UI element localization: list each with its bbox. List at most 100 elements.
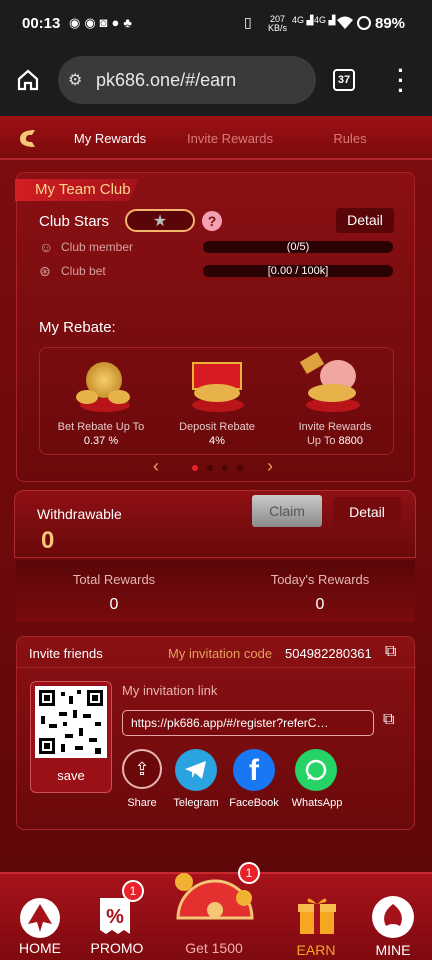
nav-earn[interactable]: EARN (286, 880, 346, 960)
club-stars-badge: ★ (125, 209, 195, 232)
invite-rewards-amount: 8800 (338, 435, 364, 447)
bet-rebate-value: 0.37 % (83, 435, 119, 447)
nav-mine[interactable]: MINE (362, 880, 424, 960)
deposit-rebate-value: 4% (209, 435, 225, 447)
nav-get-bonus-label: Get 1500 (185, 940, 243, 956)
telegram-icon[interactable] (175, 749, 217, 791)
battery-ring-icon (357, 16, 371, 30)
nav-earn-label: EARN (296, 942, 336, 958)
status-bar: 00:13 ◉◉◙●♣ ▯ 207 KB/s 4G ▟ 4G ▟ 89% (0, 0, 432, 46)
invite-friends-title: Invite friends (29, 646, 103, 661)
invitation-code: 504982280361 (285, 646, 372, 661)
signal-2-label: 4G (314, 15, 327, 25)
team-club-card: My Team Club Club Stars ★ ? Detail ☺ Clu… (15, 172, 415, 482)
today-rewards-label: Today's Rewards (270, 572, 370, 587)
share-label: Share (127, 797, 157, 809)
withdraw-card: Withdrawable 0 Claim Detail (14, 490, 416, 558)
facebook-label: FaceBook (229, 797, 279, 809)
bet-rebate-icon (76, 354, 130, 412)
invite-rewards-value: Up To 8800 (276, 435, 394, 447)
vibrate-icon: ▯ (244, 14, 252, 30)
carousel-dots (192, 465, 252, 471)
browser-toolbar: ⚙ pk686.one/#/earn 37 · · · (0, 46, 432, 116)
home-icon[interactable] (16, 68, 40, 92)
bet-rebate-label: Bet Rebate Up To (57, 421, 145, 433)
total-rewards-label: Total Rewards (72, 572, 156, 587)
qr-save-button[interactable]: save (31, 768, 111, 783)
rebate-title: My Rebate: (39, 319, 116, 336)
club-member-label: Club member (61, 240, 134, 254)
mine-nav-icon (372, 896, 414, 938)
wifi-icon (337, 16, 353, 29)
nav-promo[interactable]: % 1 PROMO (84, 880, 150, 960)
copy-link-icon[interactable]: ⧉ (383, 711, 394, 729)
browser-menu-icon[interactable]: · · · (396, 60, 406, 102)
rebate-box: Bet Rebate Up To 0.37 % Deposit Rebate 4… (39, 347, 394, 455)
today-rewards-value: 0 (315, 596, 325, 613)
invitation-link-label: My invitation link (122, 683, 218, 698)
invite-rewards-prefix: Up To (306, 435, 339, 447)
club-stars-label: Club Stars (39, 213, 110, 230)
copy-code-icon[interactable]: ⧉ (385, 643, 396, 661)
help-icon[interactable]: ? (202, 211, 222, 231)
net-speed-unit: KB/s (268, 23, 288, 33)
logo-icon[interactable] (15, 125, 41, 151)
deposit-rebate-label: Deposit Rebate (179, 421, 255, 433)
tab-invite-rewards[interactable]: Invite Rewards (180, 131, 280, 146)
svg-text:%: % (106, 906, 124, 928)
qr-code-icon (35, 686, 107, 758)
gift-nav-icon (298, 898, 336, 934)
claim-button[interactable]: Claim (252, 495, 322, 527)
address-bar[interactable]: ⚙ pk686.one/#/earn (58, 56, 316, 104)
invite-divider (17, 667, 416, 668)
withdrawable-amount: 0 (41, 527, 55, 554)
invite-rewards-label: Invite Rewards (298, 421, 372, 433)
invitation-link-field[interactable]: https://pk686.app/#/register?referC… (122, 710, 374, 736)
total-rewards-value: 0 (109, 596, 119, 613)
nav-get-bonus[interactable]: 1 Get 1500 (166, 862, 262, 960)
team-club-title: My Team Club (15, 179, 139, 201)
url-text[interactable]: pk686.one/#/earn (96, 70, 236, 91)
club-bet-label: Club bet (61, 264, 106, 278)
qr-panel: save (30, 681, 112, 793)
earn-tabbar: My Rewards Invite Rewards Rules (0, 116, 432, 160)
promo-badge: 1 (122, 880, 144, 902)
carousel-prev-icon[interactable]: ‹ (153, 456, 159, 477)
withdraw-detail-button[interactable]: Detail (333, 497, 401, 527)
facebook-icon[interactable]: f (233, 749, 275, 791)
club-detail-button[interactable]: Detail (336, 208, 394, 233)
signal-1-icon: 4G ▟ (292, 15, 314, 25)
invite-rewards-icon (299, 351, 362, 412)
battery-level: 89% (375, 15, 406, 32)
deposit-rebate-icon (188, 354, 246, 412)
whatsapp-icon[interactable] (295, 749, 337, 791)
bet-icon: ⊛ (39, 263, 51, 279)
club-bet-progress: [0.00 / 100k] (203, 265, 393, 277)
member-icon: ☺ (39, 239, 54, 255)
totals-panel: Total Rewards 0 Today's Rewards 0 (16, 560, 415, 622)
tab-switcher-button[interactable]: 37 (333, 69, 355, 91)
nav-home-label: HOME (19, 940, 61, 956)
status-time: 00:13 (22, 15, 61, 32)
share-icon[interactable]: ⇪ (122, 749, 162, 789)
bonus-badge: 1 (238, 862, 260, 884)
tab-my-rewards[interactable]: My Rewards (62, 131, 158, 146)
star-icon: ★ (152, 213, 168, 230)
signal-1-label: 4G (292, 15, 305, 25)
nav-mine-label: MINE (375, 942, 411, 958)
nav-home[interactable]: HOME (10, 880, 70, 960)
tab-rules[interactable]: Rules (320, 131, 380, 146)
carousel-next-icon[interactable]: › (267, 456, 273, 477)
notification-icons: ◉◉◙●♣ (69, 15, 136, 30)
tabbar-divider (0, 158, 432, 160)
club-member-progress: (0/5) (203, 241, 393, 253)
bottom-nav: HOME % 1 PROMO 1 Get 1500 EARN MINE (0, 862, 432, 960)
telegram-label: Telegram (173, 797, 219, 809)
site-settings-icon[interactable]: ⚙ (68, 70, 82, 90)
signal-2-icon: 4G ▟ (314, 15, 336, 25)
withdrawable-label: Withdrawable (37, 506, 122, 522)
net-speed: 207 KB/s (268, 15, 287, 33)
whatsapp-label: WhatsApp (291, 797, 343, 809)
invitation-code-label: My invitation code (168, 646, 273, 661)
home-nav-icon (20, 898, 60, 938)
